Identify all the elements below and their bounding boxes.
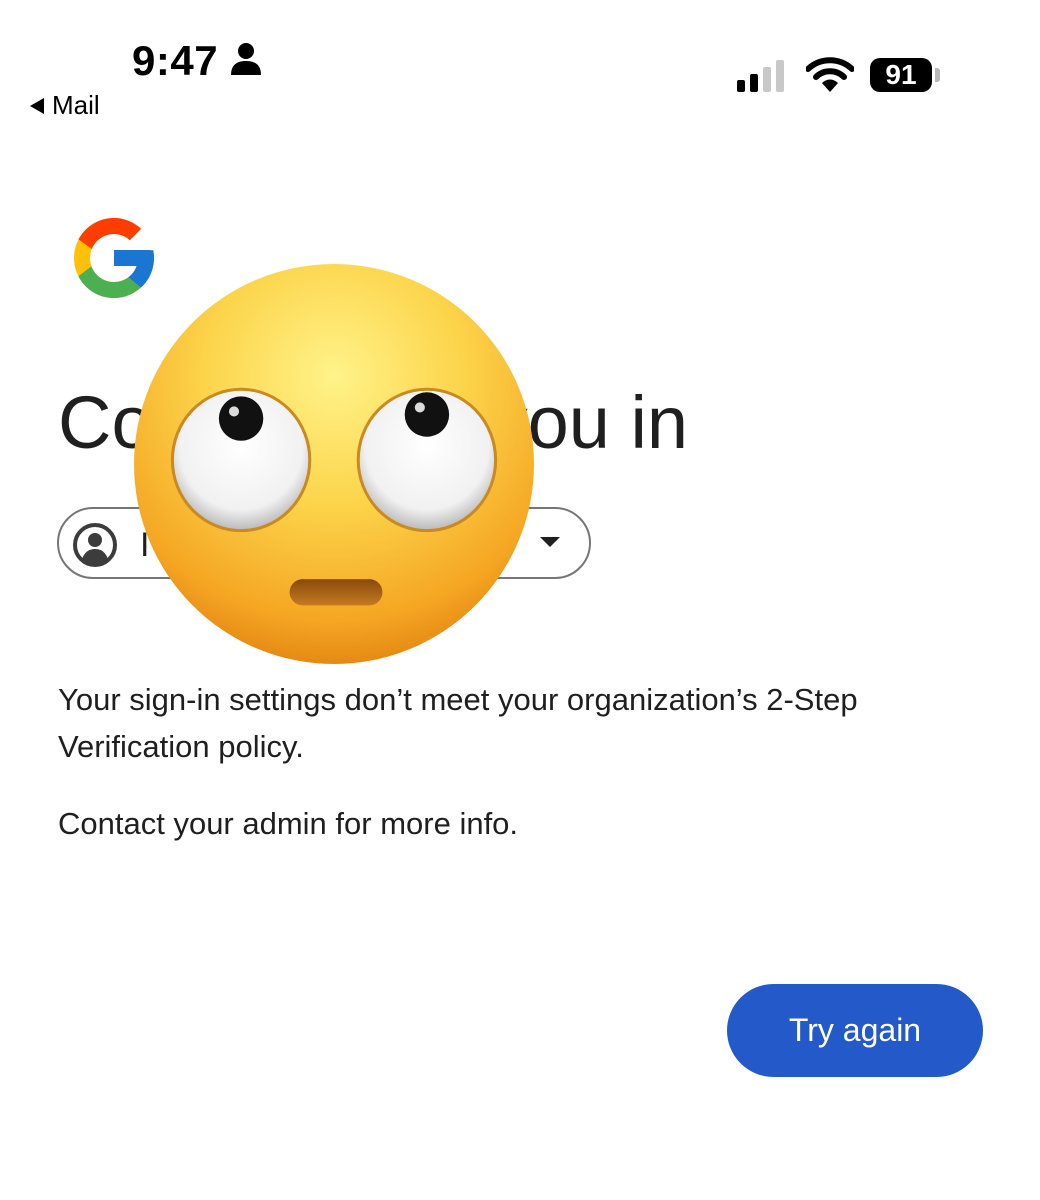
cellular-signal-icon <box>737 58 784 92</box>
rolling-eyes-emoji-icon <box>134 264 534 664</box>
account-circle-icon <box>73 523 117 567</box>
back-to-mail-link[interactable]: Mail <box>30 90 100 121</box>
try-again-button[interactable]: Try again <box>727 984 983 1077</box>
signal-bar <box>737 80 745 92</box>
contact-admin-message: Contact your admin for more info. <box>58 806 519 841</box>
policy-message: Your sign-in settings don’t meet your or… <box>58 682 858 764</box>
signal-bar <box>776 60 784 92</box>
status-time: 9:47 <box>132 37 219 84</box>
signal-bar <box>763 67 771 92</box>
chevron-down-icon[interactable] <box>540 537 560 547</box>
battery-level: 91 <box>870 58 932 92</box>
signal-bar <box>750 74 758 92</box>
back-arrow-icon <box>30 97 44 114</box>
back-app-label: Mail <box>52 90 100 120</box>
wifi-icon <box>806 57 854 92</box>
battery-icon: 91 <box>870 58 940 92</box>
battery-nub <box>935 68 940 82</box>
person-icon <box>231 43 261 75</box>
